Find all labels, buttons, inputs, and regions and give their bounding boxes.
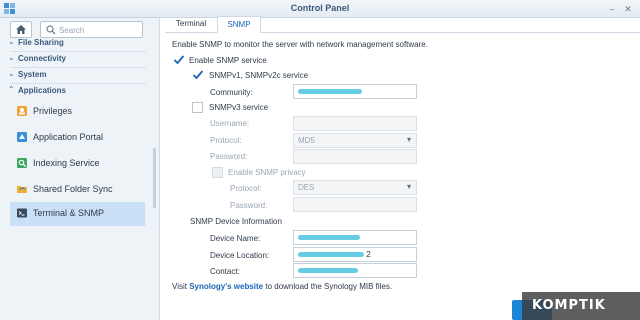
community-label: Community: <box>210 88 253 97</box>
tab-terminal[interactable]: Terminal <box>169 16 213 33</box>
sidebar-item-application-portal[interactable]: Application Portal <box>10 126 145 150</box>
snmpv3-label: SNMPv3 service <box>209 103 269 112</box>
redacted-value <box>298 89 362 95</box>
application-portal-icon <box>17 132 27 142</box>
sidebar-item-shared-folder-sync[interactable]: Shared Folder Sync <box>10 178 145 202</box>
privileges-icon <box>17 106 27 116</box>
username-label: Username: <box>210 119 250 128</box>
checkmark-icon <box>173 55 185 65</box>
device-name-label: Device Name: <box>210 234 261 243</box>
sidebar: ⌄ File Sharing ⌄ Connectivity ⌄ System ⌃… <box>0 18 160 320</box>
section-connectivity[interactable]: ⌄ Connectivity <box>0 52 160 66</box>
snmpv1-checkbox[interactable] <box>192 70 204 81</box>
snmp-privacy-checkbox[interactable] <box>212 167 223 178</box>
footer-text: Visit Synology's website to download the… <box>172 282 392 291</box>
redacted-value <box>298 235 360 241</box>
contact-label: Contact: <box>210 267 240 276</box>
device-location-input[interactable]: 2 <box>293 247 417 262</box>
snmp-privacy-label: Enable SNMP privacy <box>228 168 306 177</box>
enable-snmp-label: Enable SNMP service <box>189 56 267 65</box>
watermark: KOMPTIK <box>522 292 640 320</box>
chevron-down-icon: ▾ <box>406 135 411 144</box>
sidebar-item-label: Application Portal <box>33 132 104 142</box>
section-label: System <box>18 70 47 79</box>
privacy-protocol-label: Protocol: <box>230 184 262 193</box>
privacy-password-input[interactable] <box>293 197 417 212</box>
chevron-up-icon: ⌃ <box>8 85 15 94</box>
snmpv3-checkbox[interactable] <box>192 102 203 113</box>
shared-folder-sync-icon <box>17 186 27 193</box>
minimize-icon[interactable]: – <box>606 4 618 14</box>
snmpv1-label: SNMPv1, SNMPv2c service <box>209 71 309 80</box>
privacy-protocol-select[interactable]: DES ▾ <box>293 180 417 195</box>
contact-input[interactable] <box>293 263 417 278</box>
footer-suffix: to download the Synology MIB files. <box>263 282 393 291</box>
protocol-value: MD5 <box>298 136 315 145</box>
search-icon <box>46 25 56 35</box>
chevron-down-icon: ⌄ <box>8 37 15 46</box>
redacted-value <box>298 252 364 258</box>
chevron-down-icon: ⌄ <box>8 69 15 78</box>
home-icon <box>16 25 26 34</box>
terminal-snmp-icon <box>17 208 27 218</box>
tab-bar: Terminal SNMP <box>165 16 640 33</box>
username-input[interactable] <box>293 116 417 131</box>
section-label: Applications <box>18 86 67 95</box>
sidebar-item-indexing-service[interactable]: Indexing Service <box>10 152 145 176</box>
snmp-panel: Enable SNMP to monitor the server with n… <box>165 33 640 320</box>
protocol-select[interactable]: MD5 ▾ <box>293 133 417 148</box>
device-info-heading: SNMP Device Information <box>190 217 282 226</box>
checkmark-icon <box>192 70 204 80</box>
enable-snmp-checkbox[interactable] <box>173 55 185 66</box>
sidebar-item-label: Privileges <box>33 106 73 116</box>
synology-website-link[interactable]: Synology's website <box>189 282 263 291</box>
password-label: Password: <box>210 152 248 161</box>
device-location-label: Device Location: <box>210 251 270 260</box>
chevron-down-icon: ▾ <box>406 182 411 191</box>
section-file-sharing[interactable]: ⌄ File Sharing <box>0 36 160 50</box>
section-applications[interactable]: ⌃ Applications <box>0 84 160 98</box>
password-input[interactable] <box>293 149 417 164</box>
section-system[interactable]: ⌄ System <box>0 68 160 82</box>
sidebar-item-label: Indexing Service <box>33 158 100 168</box>
section-label: File Sharing <box>18 38 64 47</box>
community-input[interactable] <box>293 84 417 99</box>
sidebar-item-privileges[interactable]: Privileges <box>10 100 145 124</box>
search-input[interactable] <box>59 24 139 36</box>
sidebar-item-label: Terminal & SNMP <box>33 208 105 218</box>
chevron-down-icon: ⌄ <box>8 53 15 62</box>
intro-text: Enable SNMP to monitor the server with n… <box>172 40 428 49</box>
section-label: Connectivity <box>18 54 67 63</box>
tab-snmp[interactable]: SNMP <box>217 16 261 33</box>
close-icon[interactable]: ✕ <box>622 4 634 14</box>
device-name-input[interactable] <box>293 230 417 245</box>
indexing-service-icon <box>17 158 27 168</box>
sidebar-item-label: Shared Folder Sync <box>33 184 113 194</box>
window-title: Control Panel <box>290 3 350 13</box>
sidebar-scrollbar[interactable] <box>153 148 156 208</box>
footer-prefix: Visit <box>172 282 190 291</box>
privacy-password-label: Password: <box>230 201 268 210</box>
device-location-suffix: 2 <box>366 250 371 259</box>
watermark-text: KOMPTIK <box>532 298 606 313</box>
redacted-value <box>298 268 358 274</box>
sidebar-item-terminal-snmp[interactable]: Terminal & SNMP <box>10 202 145 226</box>
protocol-label: Protocol: <box>210 136 242 145</box>
privacy-protocol-value: DES <box>298 183 315 192</box>
